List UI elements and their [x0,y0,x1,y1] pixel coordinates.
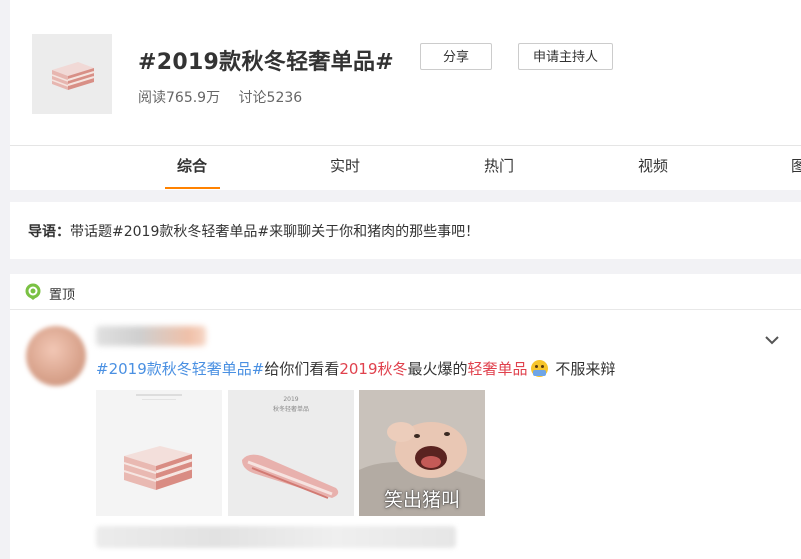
topic-intro: 导语：带话题#2019款秋冬轻奢单品#来聊聊关于你和猪肉的那些事吧！ [10,202,801,259]
post-highlight: 轻奢单品 [467,360,528,378]
location-pin-icon [25,283,41,300]
username-blurred[interactable] [96,326,206,346]
pinned-bar: 置顶 [10,274,801,310]
tab-pictures[interactable]: 图 [791,155,801,176]
intro-body: 带话题#2019款秋冬轻奢单品#来聊聊关于你和猪肉的那些事吧！ [70,224,480,240]
post-text-part: 不服来辩 [555,360,616,378]
image-caption-sub: 秋冬轻奢单品 [272,406,309,413]
active-tab-indicator [165,187,220,189]
post-image-laughing-pig[interactable]: 笑出猪叫 [359,390,485,516]
tab-general[interactable]: 综合 [177,155,207,176]
hashtag-link[interactable]: #2019款秋冬轻奢单品# [96,360,264,378]
post-image-pork-slice[interactable]: 2019 秋冬轻奢单品 [228,390,354,516]
post-text-part: 给你们看看 [264,360,340,378]
image-caption-laugh: 笑出猪叫 [383,489,460,511]
shrug-emoji-icon [530,360,548,377]
pinned-label: 置顶 [49,288,76,303]
tab-video[interactable]: 视频 [638,155,668,176]
header-divider [10,145,801,146]
avatar[interactable] [26,326,86,386]
tab-hot[interactable]: 热门 [484,155,514,176]
tab-realtime[interactable]: 实时 [330,155,360,176]
read-count: 阅读765.9万 [138,90,221,106]
topic-header: #2019款秋冬轻奢单品# 分享 申请主持人 阅读765.9万 讨论5236 综… [10,0,801,190]
post-highlight: 2019秋冬 [339,360,408,378]
intro-prefix: 导语： [28,224,70,240]
feed-post: #2019款秋冬轻奢单品#给你们看看2019秋冬最火爆的轻奢单品 不服来辩 20… [10,310,801,559]
apply-host-button[interactable]: 申请主持人 [518,43,613,70]
pork-belly-thumbnail-icon [51,62,95,90]
pork-belly-image-icon [123,394,193,490]
intro-text: 导语：带话题#2019款秋冬轻奢单品#来聊聊关于你和猪肉的那些事吧！ [28,221,479,241]
image-caption-year: 2019 [283,396,299,403]
chevron-down-icon[interactable] [762,330,782,350]
post-text: #2019款秋冬轻奢单品#给你们看看2019秋冬最火爆的轻奢单品 不服来辩 [96,358,615,379]
post-text-part: 最火爆的 [407,360,468,378]
topic-title: #2019款秋冬轻奢单品# [138,50,394,75]
topic-stats: 阅读765.9万 讨论5236 [138,87,316,107]
discussion-count: 讨论5236 [238,90,303,106]
post-image-pork-belly[interactable] [96,390,222,516]
topic-thumbnail [32,34,112,114]
post-footer-blurred [96,526,456,548]
share-button[interactable]: 分享 [420,43,492,70]
